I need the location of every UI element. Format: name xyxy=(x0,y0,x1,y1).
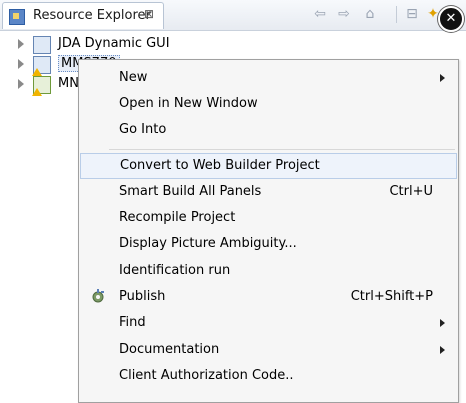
menu-item-recompile-project[interactable]: Recompile Project xyxy=(80,206,457,230)
tree-item[interactable]: JDA Dynamic GUI xyxy=(0,34,220,54)
menu-item-publish[interactable]: Publish Ctrl+Shift+P xyxy=(80,285,457,309)
context-menu: New Open in New Window Go Into Convert t… xyxy=(78,59,459,403)
resource-explorer-icon xyxy=(9,9,25,25)
view-header: Resource Explorer ⊠ ⇦ ⇨ ⌂ ⊟ ✦ ✕ xyxy=(0,0,466,32)
home-icon[interactable]: ⌂ xyxy=(362,6,378,22)
tree-item[interactable]: MN xyxy=(0,74,79,96)
submenu-arrow-icon xyxy=(440,74,445,82)
expand-icon[interactable] xyxy=(18,79,24,89)
expand-icon[interactable] xyxy=(18,59,24,69)
submenu-arrow-icon xyxy=(440,346,445,354)
menu-item-find[interactable]: Find xyxy=(80,311,457,335)
back-arrow-icon[interactable]: ⇦ xyxy=(312,6,328,22)
expand-icon[interactable] xyxy=(18,39,24,49)
menu-item-label: New xyxy=(119,70,148,85)
menu-item-label: Display Picture Ambiguity... xyxy=(119,236,297,251)
menu-item-go-into[interactable]: Go Into xyxy=(80,118,457,142)
menu-item-label: Smart Build All Panels xyxy=(119,184,262,199)
menu-item-convert-to-web-builder-project[interactable]: Convert to Web Builder Project xyxy=(80,153,457,179)
menu-item-documentation[interactable]: Documentation xyxy=(80,338,457,362)
menu-item-label: Identification run xyxy=(119,263,231,278)
menu-item-display-picture-ambiguity[interactable]: Display Picture Ambiguity... xyxy=(80,232,457,256)
menu-item-label: Convert to Web Builder Project xyxy=(120,158,320,173)
menu-separator xyxy=(109,149,455,150)
menu-item-shortcut: Ctrl+Shift+P xyxy=(350,289,433,304)
collapse-all-icon[interactable]: ⊟ xyxy=(404,6,420,22)
resource-explorer-tab[interactable]: Resource Explorer ⊠ xyxy=(2,2,164,29)
menu-item-client-authorization-code[interactable]: Client Authorization Code.. xyxy=(80,364,457,388)
forward-arrow-icon[interactable]: ⇨ xyxy=(336,6,352,22)
tree-item-label: MN xyxy=(58,76,79,91)
menu-item-identification-run[interactable]: Identification run xyxy=(80,259,457,283)
menu-item-label: Documentation xyxy=(119,342,220,357)
project-icon xyxy=(33,36,51,54)
toolbar-separator xyxy=(396,6,397,23)
menu-item-label: Find xyxy=(119,315,146,330)
menu-item-open-in-new-window[interactable]: Open in New Window xyxy=(80,92,457,116)
menu-item-label: Recompile Project xyxy=(119,210,236,225)
publish-gear-icon xyxy=(92,289,104,303)
menu-item-label: Publish xyxy=(119,289,166,304)
tab-close-icon[interactable]: ⊠ xyxy=(144,7,154,21)
menu-item-label: Client Authorization Code.. xyxy=(119,368,294,383)
menu-item-new[interactable]: New xyxy=(80,66,457,90)
project-warning-icon xyxy=(32,76,51,96)
menu-item-label: Go Into xyxy=(119,122,167,137)
menu-item-smart-build-all-panels[interactable]: Smart Build All Panels Ctrl+U xyxy=(80,180,457,204)
submenu-arrow-icon xyxy=(440,319,445,327)
view-title: Resource Explorer xyxy=(33,8,151,23)
menu-item-shortcut: Ctrl+U xyxy=(389,184,433,199)
close-icon[interactable]: ✕ xyxy=(438,6,464,32)
tree-item-label: JDA Dynamic GUI xyxy=(58,36,170,51)
menu-item-label: Open in New Window xyxy=(119,96,258,111)
project-warning-icon xyxy=(32,56,51,76)
